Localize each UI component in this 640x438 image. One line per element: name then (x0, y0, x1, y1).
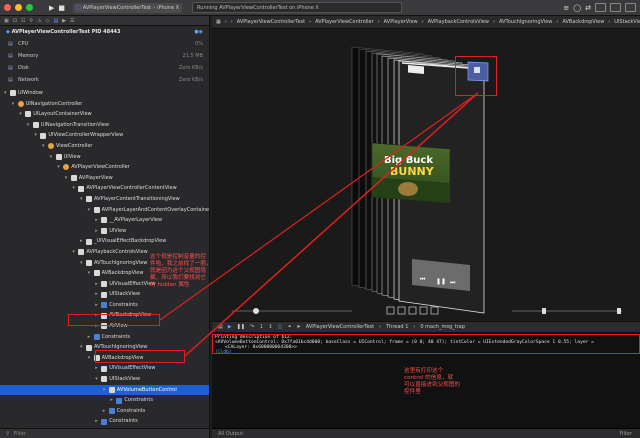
annotation-line: control 的信息，就 (404, 375, 454, 381)
annotation-line: 这里有打印这个 (404, 368, 444, 374)
annotation-line: 控件里 (404, 389, 421, 395)
annotation-lines (159, 92, 479, 357)
annotation-line: 的 hidden 属性 (150, 282, 190, 288)
annotation-line: 可以直接进到父视图的 (404, 382, 460, 388)
annotation-line: 件啦，我之前找了一圈， (150, 261, 212, 267)
annotation-line: 就是因为这个父视图隐 (150, 268, 206, 274)
annotation-line: 这个就是控制音量的控 (150, 254, 206, 260)
annotation-line: 藏，所以我们要找到它 (150, 275, 206, 281)
annotation-note-2: 这里有打印这个 control 的信息，就 可以直接进到父视图的 控件里 (404, 368, 460, 396)
annotation-note-1: 这个就是控制音量的控 件啦，我之前找了一圈， 就是因为这个父视图隐 藏，所以我们要找到… (150, 254, 212, 289)
